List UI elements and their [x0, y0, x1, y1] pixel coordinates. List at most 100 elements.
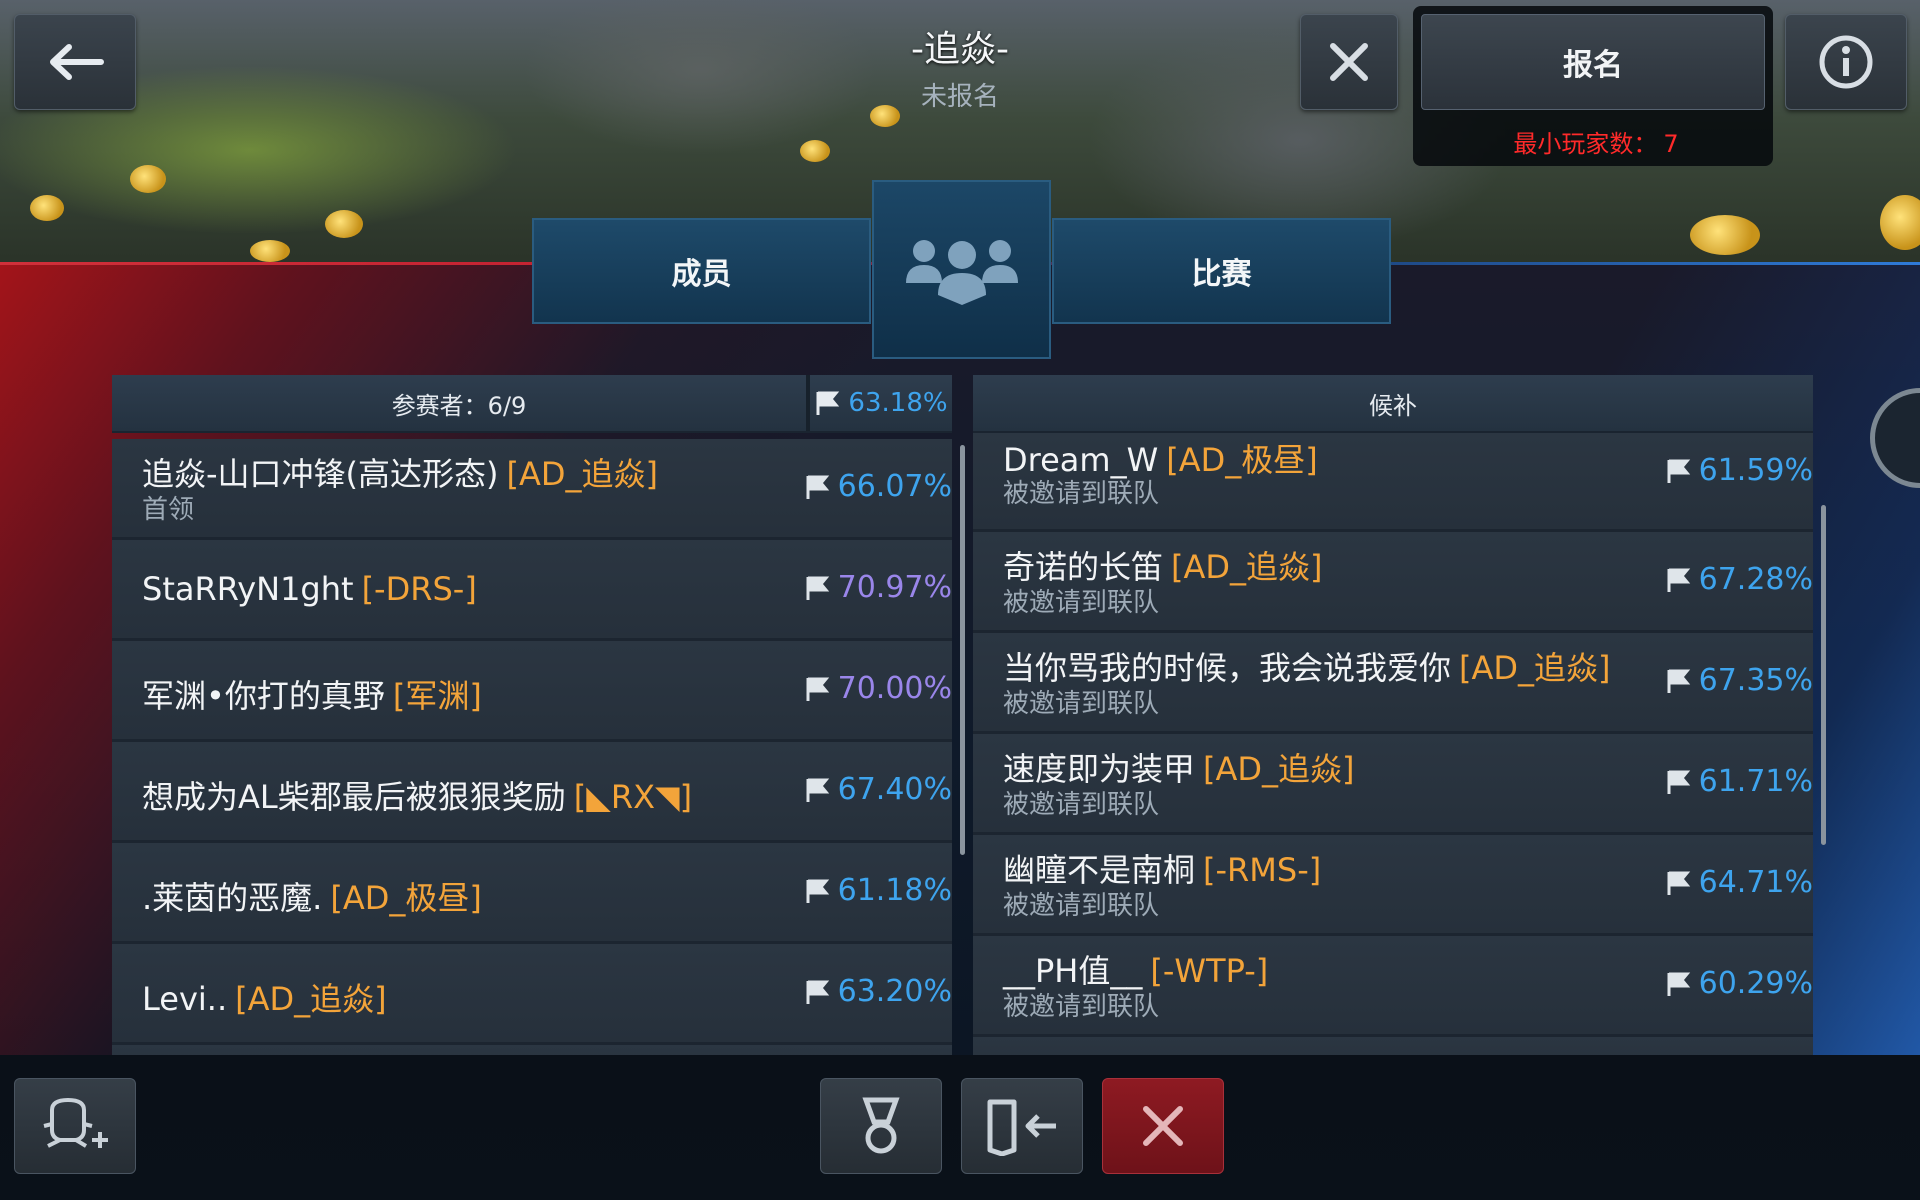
flag-icon — [1667, 972, 1690, 996]
clan-tag: [军渊] — [392, 677, 482, 715]
clan-tag: [AD_极昼] — [330, 879, 482, 917]
participants-avg-rate-value: 63.18% — [848, 388, 948, 418]
flag-icon — [806, 879, 829, 903]
reserve-row[interactable]: __PH值__ [-WTP-] 被邀请到联队 60.29% — [973, 936, 1813, 1037]
participant-row[interactable]: .莱茵的恶魔. [AD_极昼] 61.18% — [112, 843, 952, 944]
flag-icon — [806, 980, 829, 1004]
participants-panel: 参赛者：6/9 63.18% 追焱-山口冲锋(高达形态) [AD_追焱] 首领 6… — [112, 375, 952, 1055]
invite-status: 被邀请到联队 — [1003, 790, 1160, 820]
flag-icon — [1667, 669, 1690, 693]
clan-tag: [-DRS-] — [361, 570, 477, 608]
title-block: -追焱- 未报名 — [760, 20, 1160, 113]
win-rate-value: 70.00% — [837, 671, 952, 706]
player-name: StaRRyN1ght [-DRS-] — [142, 570, 477, 608]
player-nickname: .莱茵的恶魔. — [142, 879, 323, 917]
participants-scrollbar[interactable] — [960, 445, 965, 855]
player-nickname: 速度即为装甲 — [1003, 750, 1196, 788]
participants-count: 参赛者：6/9 — [391, 391, 527, 420]
back-button[interactable] — [14, 14, 136, 110]
win-rate-value: 66.07% — [837, 469, 952, 504]
min-players-value: 7 — [1663, 130, 1679, 158]
win-rate-value: 70.97% — [837, 570, 952, 605]
win-rate-value: 61.18% — [837, 873, 952, 908]
reserve-row[interactable]: Dream_W [AD_极昼] 被邀请到联队 61.59% — [973, 433, 1813, 532]
clan-tag: [◣RX◥] — [573, 778, 693, 816]
win-rate-value: 64.71% — [1698, 865, 1813, 900]
disband-button[interactable] — [1102, 1078, 1224, 1174]
tab-members[interactable]: 成员 — [532, 218, 871, 324]
win-rate-value: 67.35% — [1698, 663, 1813, 698]
clan-tag: [AD_追焱] — [1171, 548, 1323, 586]
flag-icon — [806, 475, 829, 499]
tab-battles[interactable]: 比赛 — [1052, 218, 1391, 324]
info-button[interactable] — [1785, 14, 1907, 110]
participant-row-partial — [112, 1045, 952, 1055]
win-rate: 61.59% — [1665, 453, 1813, 488]
win-rate: 60.29% — [1665, 966, 1813, 1001]
min-players-info: 最小玩家数： 7 — [1413, 124, 1773, 159]
close-button[interactable] — [1300, 14, 1398, 110]
player-role: 首领 — [142, 495, 195, 525]
win-rate: 64.71% — [1665, 865, 1813, 900]
reserve-row[interactable]: 奇诺的长笛 [AD_追焱] 被邀请到联队 67.28% — [973, 532, 1813, 633]
win-rate: 63.20% — [804, 974, 952, 1009]
player-nickname: __PH值__ — [1003, 952, 1143, 990]
invite-status: 被邀请到联队 — [1003, 588, 1160, 618]
win-rate: 70.00% — [804, 671, 952, 706]
reserve-row[interactable]: 速度即为装甲 [AD_追焱] 被邀请到联队 61.71% — [973, 734, 1813, 835]
invite-member-button[interactable] — [14, 1078, 136, 1174]
coin-decoration — [1880, 195, 1920, 250]
win-rate: 67.28% — [1665, 562, 1813, 597]
reserve-row-partial — [973, 1037, 1813, 1055]
min-players-label: 最小玩家数： — [1513, 130, 1658, 158]
coin-decoration — [130, 165, 166, 193]
invite-status: 被邀请到联队 — [1003, 891, 1160, 921]
player-name: 军渊•你打的真野 [军渊] — [142, 671, 482, 717]
win-rate-value: 60.29% — [1698, 966, 1813, 1001]
participant-row[interactable]: StaRRyN1ght [-DRS-] 70.97% — [112, 540, 952, 641]
leave-button[interactable] — [961, 1078, 1083, 1174]
close-icon — [1143, 1106, 1183, 1146]
clan-tag: [AD_追焱] — [235, 980, 387, 1018]
signup-button[interactable]: 报名 — [1421, 14, 1765, 110]
player-name: 想成为AL柴郡最后被狠狠奖励 [◣RX◥] — [142, 772, 692, 818]
clan-tag: [-WTP-] — [1150, 952, 1269, 990]
win-rate-value: 61.71% — [1698, 764, 1813, 799]
reserve-header: 候补 — [973, 375, 1813, 433]
player-name: Levi.. [AD_追焱] — [142, 974, 387, 1020]
flag-icon — [1667, 871, 1690, 895]
win-rate: 61.18% — [804, 873, 952, 908]
medal-button[interactable] — [820, 1078, 942, 1174]
close-icon — [1330, 43, 1368, 81]
win-rate: 67.35% — [1665, 663, 1813, 698]
participant-row[interactable]: Levi.. [AD_追焱] 63.20% — [112, 944, 952, 1045]
signup-panel: 报名 最小玩家数： 7 — [1413, 6, 1773, 166]
win-rate-value: 63.20% — [837, 974, 952, 1009]
coin-decoration — [800, 140, 830, 162]
members-tab-icon-button[interactable] — [872, 180, 1051, 359]
coin-decoration — [250, 240, 290, 262]
win-rate-value: 67.28% — [1698, 562, 1813, 597]
reserve-list: Dream_W [AD_极昼] 被邀请到联队 61.59% 奇诺的长笛 [AD_追焱… — [973, 433, 1813, 1055]
page-title: -追焱- — [911, 29, 1009, 70]
participants-avg-rate: 63.18% — [810, 375, 952, 431]
invite-status: 被邀请到联队 — [1003, 992, 1160, 1022]
flag-icon — [1667, 770, 1690, 794]
invite-status: 被邀请到联队 — [1003, 479, 1160, 509]
reserve-row[interactable]: 当你骂我的时候，我会说我爱你 [AD_追焱] 被邀请到联队 67.35% — [973, 633, 1813, 734]
player-nickname: 幽瞳不是南桐 — [1003, 851, 1196, 889]
reserve-scrollbar[interactable] — [1821, 505, 1826, 845]
player-nickname: 军渊•你打的真野 — [142, 677, 385, 715]
clan-tag: [AD_追焱] — [506, 455, 659, 493]
participants-list: 追焱-山口冲锋(高达形态) [AD_追焱] 首领 66.07% StaRRyN1g… — [112, 439, 952, 1055]
coin-decoration — [1690, 215, 1760, 255]
win-rate: 61.71% — [1665, 764, 1813, 799]
participant-row[interactable]: 军渊•你打的真野 [军渊] 70.00% — [112, 641, 952, 742]
reserve-row[interactable]: 幽瞳不是南桐 [-RMS-] 被邀请到联队 64.71% — [973, 835, 1813, 936]
participant-row[interactable]: 想成为AL柴郡最后被狠狠奖励 [◣RX◥] 67.40% — [112, 742, 952, 843]
clan-tag: [AD_追焱] — [1203, 750, 1355, 788]
win-rate-value: 61.59% — [1698, 453, 1813, 488]
participants-header: 参赛者：6/9 63.18% — [112, 375, 952, 433]
participant-row[interactable]: 追焱-山口冲锋(高达形态) [AD_追焱] 首领 66.07% — [112, 439, 952, 540]
flag-icon — [806, 576, 829, 600]
